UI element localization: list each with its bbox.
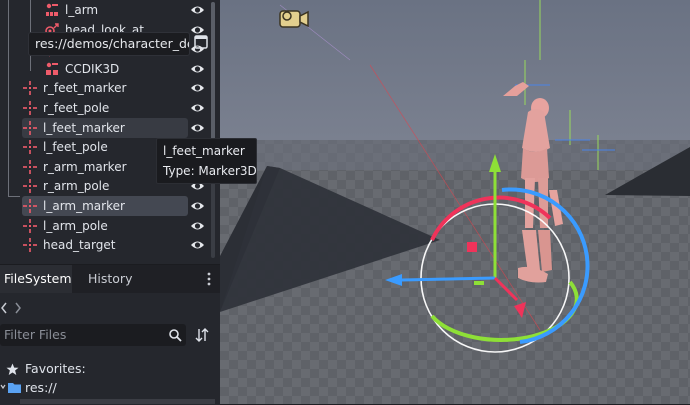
eye-icon[interactable]: [190, 81, 205, 95]
scene-tree-node[interactable]: l_arm_marker: [0, 196, 210, 216]
expand-arrow-icon[interactable]: [0, 383, 6, 393]
eye-icon[interactable]: [190, 238, 205, 252]
scene-tree-node[interactable]: r_feet_marker: [0, 78, 210, 98]
back-arrow-icon[interactable]: [0, 301, 8, 315]
scene-tree-scrollbar[interactable]: [211, 2, 215, 258]
scene-tree-node[interactable]: l_arm: [0, 0, 210, 20]
3d-viewport[interactable]: [220, 0, 690, 404]
marker3d-icon: [22, 139, 38, 155]
toggle-split-icon[interactable]: [194, 35, 208, 49]
node-label: l_arm_marker: [43, 199, 125, 213]
eye-icon[interactable]: [190, 219, 205, 233]
filesystem-tab-bar: FileSystem History: [0, 265, 220, 293]
node-label: l_feet_marker: [43, 120, 125, 135]
marker3d-icon: [22, 159, 38, 175]
dock-menu-icon[interactable]: [206, 272, 212, 286]
tooltip-node-name: l_feet_marker: [163, 144, 245, 158]
eye-icon[interactable]: [190, 199, 205, 213]
search-icon: [169, 329, 182, 342]
sort-icon[interactable]: [195, 327, 209, 343]
scene-tree-node[interactable]: l_arm_pole: [0, 216, 210, 236]
favorites-label: Favorites:: [25, 361, 86, 376]
node-label: head_target: [43, 238, 116, 253]
marker3d-icon: [22, 198, 38, 214]
eye-icon[interactable]: [190, 62, 205, 76]
skeleton-ik-icon: [44, 2, 60, 18]
marker3d-icon: [22, 100, 38, 116]
node-label: l_arm_pole: [43, 218, 108, 233]
scene-tree-node[interactable]: head_target: [0, 235, 210, 255]
node-tooltip: l_feet_marker Type: Marker3D: [156, 138, 257, 184]
tooltip-node-type: Type: Marker3D: [163, 164, 257, 178]
favorites-row[interactable]: Favorites:: [0, 360, 220, 378]
eye-icon[interactable]: [190, 101, 205, 115]
viewport-scene[interactable]: [220, 0, 690, 404]
marker3d-icon: [22, 120, 38, 136]
scrollbar-thumb[interactable]: [211, 2, 215, 152]
eye-icon[interactable]: [190, 3, 205, 17]
next-row-highlight: [20, 399, 215, 404]
marker3d-icon: [22, 218, 38, 234]
node-label: l_arm: [65, 3, 99, 17]
res-root-label: res://: [25, 380, 57, 395]
forward-arrow-icon[interactable]: [14, 301, 22, 315]
path-field[interactable]: res://demos/character_de: [28, 32, 190, 56]
scene-tree-node[interactable]: l_feet_marker: [0, 117, 210, 138]
scene-tree-node[interactable]: r_feet_pole: [0, 98, 210, 118]
scene-tree-node[interactable]: CCDIK3D: [0, 59, 210, 79]
marker3d-icon: [22, 80, 38, 96]
node-label: r_arm_pole: [43, 179, 110, 194]
camera-gizmo-icon[interactable]: [279, 10, 309, 28]
res-root-row[interactable]: res://: [0, 379, 220, 397]
tab-history[interactable]: History: [88, 265, 132, 293]
node-label: r_feet_pole: [43, 101, 110, 115]
ccdik-modifier-icon: [44, 61, 60, 77]
filter-files-input[interactable]: Filter Files: [0, 324, 186, 346]
node-label: l_feet_pole: [43, 140, 108, 155]
marker3d-icon: [22, 237, 38, 253]
tab-filesystem[interactable]: FileSystem: [0, 265, 72, 293]
node-label: r_feet_marker: [43, 81, 127, 96]
node-label: CCDIK3D: [65, 61, 120, 76]
node-label: r_arm_marker: [43, 159, 127, 174]
star-icon: [6, 363, 19, 375]
folder-icon: [8, 383, 21, 393]
eye-icon[interactable]: [190, 121, 205, 135]
marker3d-icon: [22, 178, 38, 194]
